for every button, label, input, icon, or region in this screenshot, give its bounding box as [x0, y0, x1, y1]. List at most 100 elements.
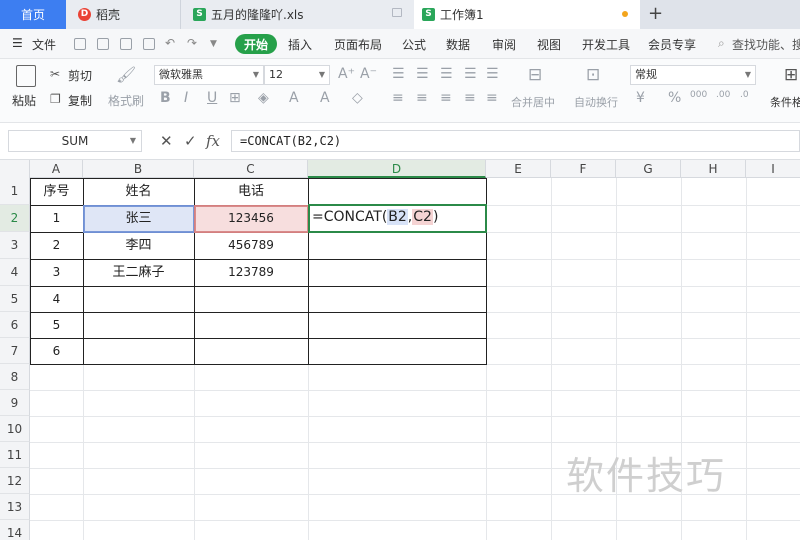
underline-icon[interactable]: U	[207, 90, 217, 106]
align-center-icon[interactable]: ≡	[416, 90, 428, 106]
column-header-c[interactable]: C	[194, 160, 308, 178]
format-painter-button[interactable]: 格式刷	[108, 92, 144, 109]
outdent-icon[interactable]: ☰	[486, 66, 499, 82]
menu-file[interactable]: 文件	[32, 36, 56, 53]
row-header-14[interactable]: 14	[0, 520, 30, 540]
undo-icon[interactable]: ↶	[165, 36, 175, 50]
menu-insert[interactable]: 插入	[288, 36, 312, 53]
cell-a2[interactable]: 1	[30, 205, 83, 232]
paste-icon[interactable]	[16, 65, 36, 87]
column-header-d[interactable]: D	[308, 160, 486, 178]
cell-b3[interactable]: 李四	[83, 232, 194, 259]
column-header-f[interactable]: F	[551, 160, 616, 178]
font-color-a-icon[interactable]: A	[320, 90, 330, 106]
active-cell-d2-editor[interactable]: =CONCAT(B2,C2)	[308, 204, 487, 233]
tab-active-workbook[interactable]: S 工作簿1	[414, 0, 640, 29]
row-header-7[interactable]: 7	[0, 338, 30, 364]
paste-button[interactable]: 粘贴	[12, 92, 36, 109]
column-header-a[interactable]: A	[30, 160, 83, 178]
row-header-13[interactable]: 13	[0, 494, 30, 520]
menu-member[interactable]: 会员专享	[648, 36, 696, 53]
row-header-9[interactable]: 9	[0, 390, 30, 416]
column-header-b[interactable]: B	[83, 160, 194, 178]
cell-a1-header[interactable]: 序号	[30, 178, 83, 205]
font-increase-icon[interactable]: A⁺	[338, 66, 355, 82]
tab-file1[interactable]: S 五月的隆隆吖.xls	[180, 0, 414, 29]
row-header-4[interactable]: 4	[0, 259, 30, 286]
menu-start[interactable]: 开始	[235, 34, 277, 54]
align-left-icon[interactable]: ≡	[392, 90, 404, 106]
distribute-icon[interactable]: ≡	[486, 90, 498, 106]
justify-icon[interactable]: ≡	[464, 90, 476, 106]
tab-docer[interactable]: D 稻壳	[66, 0, 180, 29]
cell-c1-header[interactable]: 电话	[194, 178, 308, 205]
number-format-select[interactable]: 常规 ▼	[630, 65, 756, 85]
new-tab-button[interactable]: +	[648, 3, 663, 24]
align-top-icon[interactable]: ☰	[392, 66, 405, 82]
column-header-h[interactable]: H	[681, 160, 746, 178]
bold-icon[interactable]: B	[160, 90, 171, 106]
row-header-8[interactable]: 8	[0, 364, 30, 390]
insert-function-button[interactable]: fx	[206, 132, 220, 150]
cell-a3[interactable]: 2	[30, 232, 83, 259]
auto-wrap-button[interactable]: 自动换行	[574, 94, 618, 110]
row-header-2[interactable]: 2	[0, 205, 30, 232]
menu-review[interactable]: 审阅	[492, 36, 516, 53]
font-size-select[interactable]: 12 ▼	[264, 65, 330, 85]
cell-b4[interactable]: 王二麻子	[83, 259, 194, 286]
font-color-icon[interactable]: A	[289, 90, 299, 106]
cell-b1-header[interactable]: 姓名	[83, 178, 194, 205]
indent-icon[interactable]: ☰	[464, 66, 477, 82]
cell-a5[interactable]: 4	[30, 286, 83, 312]
cell-d1[interactable]	[308, 178, 486, 205]
fill-color-icon[interactable]: ◈	[258, 90, 269, 106]
font-name-select[interactable]: 微软雅黑 ▼	[154, 65, 264, 85]
menu-page-layout[interactable]: 页面布局	[334, 36, 382, 53]
cell-c3[interactable]: 456789	[194, 232, 308, 259]
cancel-icon[interactable]: ✕	[160, 132, 173, 150]
column-header-e[interactable]: E	[486, 160, 551, 178]
border-icon[interactable]: ⊞	[229, 90, 241, 106]
select-all-corner[interactable]	[0, 160, 30, 178]
cell-a7[interactable]: 6	[30, 338, 83, 364]
hamburger-icon[interactable]: ☰	[12, 36, 23, 50]
decrease-decimal-icon[interactable]: .0	[740, 90, 749, 100]
increase-decimal-icon[interactable]: .00	[716, 90, 730, 100]
cell-a4[interactable]: 3	[30, 259, 83, 286]
save-icon[interactable]	[74, 38, 86, 50]
row-header-3[interactable]: 3	[0, 232, 30, 259]
redo-icon[interactable]: ↷	[187, 36, 197, 50]
cell-a6[interactable]: 5	[30, 312, 83, 338]
chevron-down-icon[interactable]: ▼	[210, 39, 217, 49]
screen-icon[interactable]	[392, 8, 402, 17]
row-header-12[interactable]: 12	[0, 468, 30, 494]
copy-button[interactable]: 复制	[68, 92, 92, 109]
export-icon[interactable]	[97, 38, 109, 50]
percent-icon[interactable]: %	[668, 90, 681, 106]
row-header-5[interactable]: 5	[0, 286, 30, 312]
row-header-6[interactable]: 6	[0, 312, 30, 338]
row-header-1[interactable]: 1	[0, 178, 30, 205]
cell-c4[interactable]: 123789	[194, 259, 308, 286]
cut-button[interactable]: 剪切	[68, 67, 92, 84]
align-bottom-icon[interactable]: ☰	[440, 66, 453, 82]
align-middle-icon[interactable]: ☰	[416, 66, 429, 82]
formula-input[interactable]: =CONCAT(B2,C2)	[231, 130, 800, 152]
confirm-icon[interactable]: ✓	[184, 132, 197, 150]
menu-view[interactable]: 视图	[537, 36, 561, 53]
conditional-format-button[interactable]: 条件格	[770, 94, 800, 110]
tab-home[interactable]: 首页	[0, 0, 66, 29]
currency-icon[interactable]: ¥	[636, 90, 645, 106]
thousands-icon[interactable]: 000	[690, 90, 707, 100]
align-right-icon[interactable]: ≡	[440, 90, 452, 106]
menu-data[interactable]: 数据	[446, 36, 470, 53]
print-icon[interactable]	[120, 38, 132, 50]
merge-center-button[interactable]: 合并居中	[511, 94, 555, 110]
menu-formulas[interactable]: 公式	[402, 36, 426, 53]
font-decrease-icon[interactable]: A⁻	[360, 66, 377, 82]
clear-format-icon[interactable]: ◇	[352, 90, 363, 106]
column-header-g[interactable]: G	[616, 160, 681, 178]
row-header-11[interactable]: 11	[0, 442, 30, 468]
preview-icon[interactable]	[143, 38, 155, 50]
italic-icon[interactable]: I	[184, 90, 188, 106]
